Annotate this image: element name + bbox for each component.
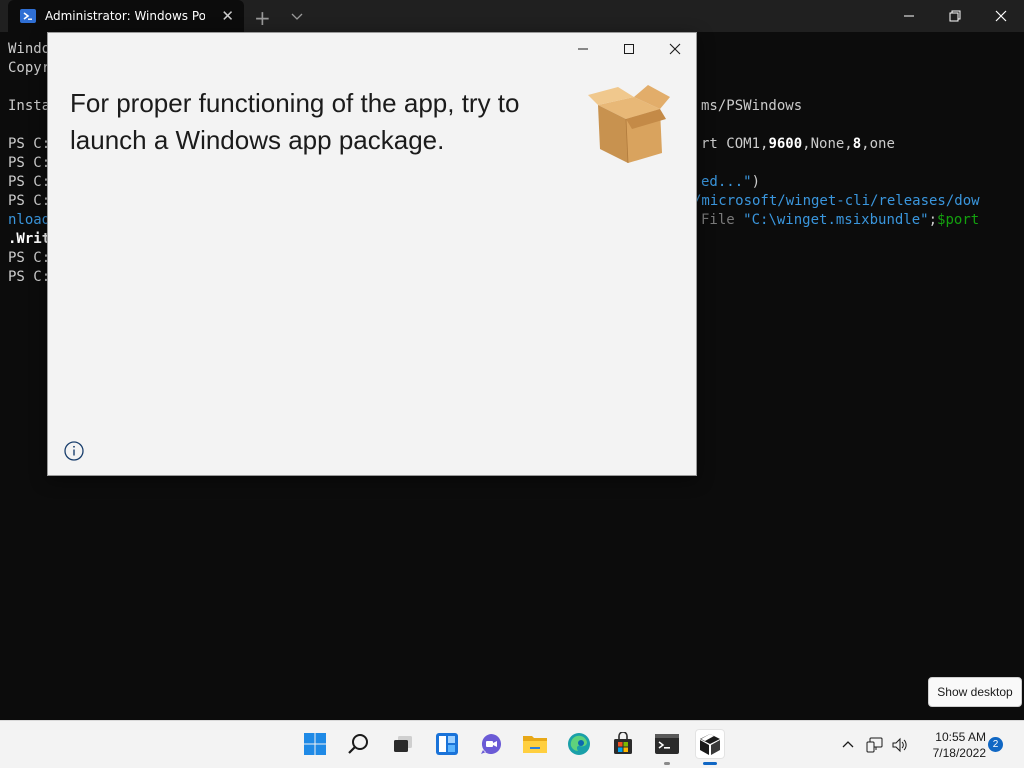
terminal-line: File "C:\winget.msixbundle";$port [701, 212, 980, 228]
restore-button[interactable] [932, 0, 978, 32]
file-explorer-button[interactable] [520, 729, 550, 759]
active-indicator [703, 762, 717, 765]
terminal-line: rt COM1,9600,None,8,one [701, 136, 895, 152]
system-clock[interactable]: 10:55 AM 7/18/2022 [916, 729, 986, 761]
chevron-up-icon[interactable] [840, 737, 856, 753]
minimize-icon [578, 48, 588, 50]
clock-time: 10:55 AM [935, 730, 986, 744]
task-view-button[interactable] [388, 729, 418, 759]
chevron-down-icon[interactable] [289, 8, 305, 24]
terminal-line: Copyr [8, 60, 51, 76]
terminal-line: PS C: [8, 174, 51, 190]
app-installer-button[interactable] [695, 729, 725, 765]
package-icon [700, 734, 720, 755]
chat-button[interactable] [476, 729, 506, 759]
teams-chat-icon [481, 734, 501, 754]
search-icon [348, 734, 368, 754]
terminal-line: ed...") [701, 174, 761, 190]
windows-logo-icon [304, 733, 326, 755]
terminal-line: Windo [8, 41, 51, 57]
dialog-minimize-button[interactable] [560, 33, 606, 65]
close-icon [669, 43, 681, 55]
terminal-titlebar: Administrator: Windows PowerS ✕ + [0, 0, 1024, 32]
terminal-line: .Writ [8, 231, 51, 247]
close-tab-icon[interactable]: ✕ [221, 7, 234, 25]
widgets-icon [436, 733, 458, 755]
terminal-line: PS C: [8, 193, 51, 209]
widgets-button[interactable] [432, 729, 462, 759]
terminal-icon [655, 734, 679, 754]
maximize-icon [624, 44, 634, 54]
terminal-line: PS C: [8, 136, 51, 152]
tab-powershell[interactable]: Administrator: Windows PowerS ✕ [8, 0, 244, 32]
close-icon [995, 10, 1007, 22]
running-indicator [664, 762, 670, 765]
volume-icon[interactable] [891, 736, 909, 754]
terminal-line: nload [8, 212, 51, 228]
terminal-line: PS C: [8, 269, 51, 285]
terminal-line: Insta [8, 98, 51, 114]
close-window-button[interactable] [978, 0, 1024, 32]
dialog-maximize-button[interactable] [606, 33, 652, 65]
new-tab-button[interactable]: + [254, 6, 271, 30]
store-bag-icon [614, 732, 632, 754]
app-package-dialog: For proper functioning of the app, try t… [47, 32, 697, 476]
terminal-line: ms/PSWindows [701, 98, 803, 114]
search-button[interactable] [344, 729, 374, 759]
edge-browser-icon [568, 733, 590, 755]
terminal-line: PS C: [8, 250, 51, 266]
taskbar: 10:55 AM 7/18/2022 [0, 720, 1024, 768]
network-icon[interactable] [866, 736, 884, 754]
clock-date: 7/18/2022 [932, 746, 986, 760]
store-button[interactable] [608, 729, 638, 759]
info-icon[interactable] [63, 440, 85, 462]
minimize-icon [904, 15, 914, 17]
package-box-icon [588, 85, 670, 164]
powershell-icon [20, 9, 36, 23]
terminal-button[interactable] [652, 729, 682, 765]
start-button[interactable] [300, 729, 330, 759]
task-view-icon [394, 736, 412, 752]
edge-button[interactable] [564, 729, 594, 759]
terminal-line: /microsoft/winget-cli/releases/dow [693, 193, 980, 209]
restore-icon [949, 10, 961, 22]
folder-icon [523, 736, 547, 753]
tab-title: Administrator: Windows PowerS [45, 9, 205, 23]
notification-badge[interactable]: 2 [988, 737, 1003, 752]
dialog-message: For proper functioning of the app, try t… [70, 88, 520, 155]
show-desktop-tooltip: Show desktop [928, 677, 1022, 707]
dialog-close-button[interactable] [652, 33, 698, 65]
terminal-line: PS C: [8, 155, 51, 171]
minimize-button[interactable] [886, 0, 932, 32]
